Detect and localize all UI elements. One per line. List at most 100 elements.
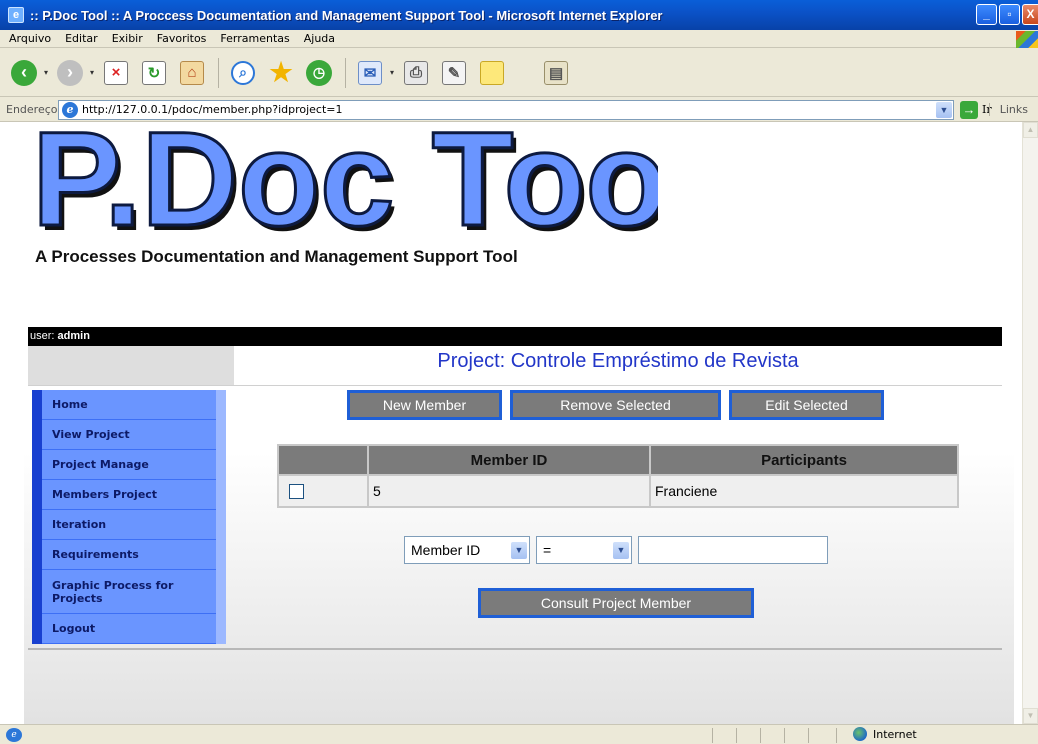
back-button[interactable]: ‹: [6, 55, 42, 91]
logo-text: P.Doc Tool: [32, 122, 658, 242]
status-bar: e Internet: [0, 724, 1038, 744]
title-bar: e :: P.Doc Tool :: A Proccess Documentat…: [0, 0, 1038, 30]
sidebar-item-iteration[interactable]: Iteration: [32, 510, 226, 540]
operator-select-value: =: [543, 542, 552, 558]
address-url[interactable]: http://127.0.0.1/pdoc/member.php?idproje…: [82, 103, 343, 116]
sidebar-item-label: Requirements: [42, 540, 216, 570]
sidebar-item-project-manage[interactable]: Project Manage: [32, 450, 226, 480]
refresh-button[interactable]: ↻: [136, 55, 172, 91]
sidebar-item-label: Graphic Process for Projects: [42, 570, 216, 614]
sidebar-nav: Home View Project Project Manage Members…: [32, 390, 226, 644]
toolbar: ‹ ▾ › ▾ × ↻ ⌂ ⌕ ★ ◷ ✉ ▾ ⎙ ✎ ▤: [0, 49, 1038, 97]
menu-bar: Arquivo Editar Exibir Favoritos Ferramen…: [0, 30, 1038, 48]
minimize-button[interactable]: _: [976, 4, 997, 25]
security-zone: Internet: [853, 727, 917, 741]
row-checkbox[interactable]: [289, 483, 304, 499]
mail-dropdown-icon[interactable]: ▾: [390, 68, 394, 77]
sidebar-item-home[interactable]: Home: [32, 390, 226, 420]
column-header-member-id: Member ID: [367, 444, 651, 476]
back-icon: ‹: [11, 59, 37, 86]
maximize-button[interactable]: ▫: [999, 4, 1020, 25]
windows-logo-icon: [1016, 31, 1038, 48]
content-bottom-divider: [28, 648, 1002, 650]
address-label: Endereço: [6, 103, 58, 116]
header-divider: [28, 385, 1002, 387]
messenger-button[interactable]: [474, 55, 510, 91]
row-select-cell: [277, 474, 369, 508]
menu-ferramentas[interactable]: Ferramentas: [213, 32, 296, 45]
remove-selected-button[interactable]: Remove Selected: [510, 390, 721, 420]
vertical-scrollbar[interactable]: ▲ ▼: [1022, 122, 1038, 724]
sidebar-item-graphic-process[interactable]: Graphic Process for Projects: [32, 570, 226, 614]
mail-button[interactable]: ✉: [352, 55, 388, 91]
messenger-icon: [480, 60, 505, 85]
history-button[interactable]: ◷: [301, 55, 337, 91]
page-title: Project: Controle Empréstimo de Revista: [437, 350, 799, 372]
stop-icon: ×: [104, 60, 129, 85]
edit-selected-button[interactable]: Edit Selected: [729, 390, 884, 420]
site-banner: P.Doc Tool P.Doc Tool A Processes Docume…: [28, 122, 1016, 266]
search-button[interactable]: ⌕: [225, 55, 261, 91]
operator-select[interactable]: = ▼: [536, 536, 632, 564]
status-divider: [760, 728, 761, 743]
pdoc-logo: P.Doc Tool P.Doc Tool: [31, 122, 659, 242]
menu-ajuda[interactable]: Ajuda: [297, 32, 342, 45]
search-filter: Member ID ▼ = ▼: [404, 536, 828, 564]
sidebar-item-label: Home: [42, 390, 216, 420]
menu-exibir[interactable]: Exibir: [105, 32, 150, 45]
scroll-up-icon[interactable]: ▲: [1023, 122, 1038, 138]
chevron-down-icon[interactable]: ▼: [511, 542, 527, 559]
sidebar-item-label: View Project: [42, 420, 216, 450]
home-button[interactable]: ⌂: [174, 55, 210, 91]
menu-arquivo[interactable]: Arquivo: [2, 32, 58, 45]
favorites-icon: ★: [269, 57, 293, 87]
home-icon: ⌂: [180, 60, 205, 85]
print-button[interactable]: ⎙: [398, 55, 434, 91]
sidebar-item-label: Members Project: [42, 480, 216, 510]
members-table: Member ID Participants 5 Franciene: [277, 444, 959, 508]
favorites-button[interactable]: ★: [263, 55, 299, 91]
stop-button[interactable]: ×: [98, 55, 134, 91]
address-field[interactable]: e http://127.0.0.1/pdoc/member.php?idpro…: [58, 99, 954, 120]
new-member-button[interactable]: New Member: [347, 390, 502, 420]
menu-editar[interactable]: Editar: [58, 32, 105, 45]
sidebar-item-logout[interactable]: Logout: [32, 614, 226, 644]
links-toolbar[interactable]: Links: [988, 103, 1028, 116]
column-header-participants: Participants: [649, 444, 959, 476]
window-controls: _ ▫ X: [976, 4, 1038, 25]
search-icon: ⌕: [231, 60, 256, 85]
sidebar-item-label: Iteration: [42, 510, 216, 540]
page-content: P.Doc Tool P.Doc Tool A Processes Docume…: [24, 122, 1016, 724]
sidebar-item-label: Logout: [42, 614, 216, 644]
page-viewport: P.Doc Tool P.Doc Tool A Processes Docume…: [0, 122, 1038, 724]
sidebar-item-members-project[interactable]: Members Project: [32, 480, 226, 510]
globe-icon: [853, 727, 867, 741]
refresh-icon: ↻: [142, 60, 167, 85]
sidebar-item-requirements[interactable]: Requirements: [32, 540, 226, 570]
research-icon: ▤: [544, 60, 569, 85]
zone-label: Internet: [873, 727, 917, 741]
participant-cell: Franciene: [649, 474, 959, 508]
column-header-select: [277, 444, 369, 476]
menu-favoritos[interactable]: Favoritos: [150, 32, 214, 45]
address-dropdown-icon[interactable]: ▼: [936, 101, 952, 118]
go-button[interactable]: → Ir: [960, 100, 992, 119]
forward-button[interactable]: ›: [52, 55, 88, 91]
field-select[interactable]: Member ID ▼: [404, 536, 530, 564]
scroll-down-icon[interactable]: ▼: [1023, 708, 1038, 724]
close-button[interactable]: X: [1022, 4, 1038, 25]
back-dropdown-icon[interactable]: ▾: [44, 68, 48, 77]
status-divider: [736, 728, 737, 743]
member-id-cell: 5: [367, 474, 651, 508]
table-header-row: Member ID Participants: [277, 444, 959, 476]
chevron-down-icon[interactable]: ▼: [613, 542, 629, 559]
research-button[interactable]: ▤: [538, 55, 574, 91]
search-value-input[interactable]: [638, 536, 828, 564]
field-select-value: Member ID: [411, 542, 481, 558]
edit-button[interactable]: ✎: [436, 55, 472, 91]
forward-dropdown-icon[interactable]: ▾: [90, 68, 94, 77]
sidebar-item-view-project[interactable]: View Project: [32, 420, 226, 450]
consult-project-member-button[interactable]: Consult Project Member: [478, 588, 754, 618]
status-divider: [836, 728, 837, 743]
edit-icon: ✎: [442, 60, 467, 85]
